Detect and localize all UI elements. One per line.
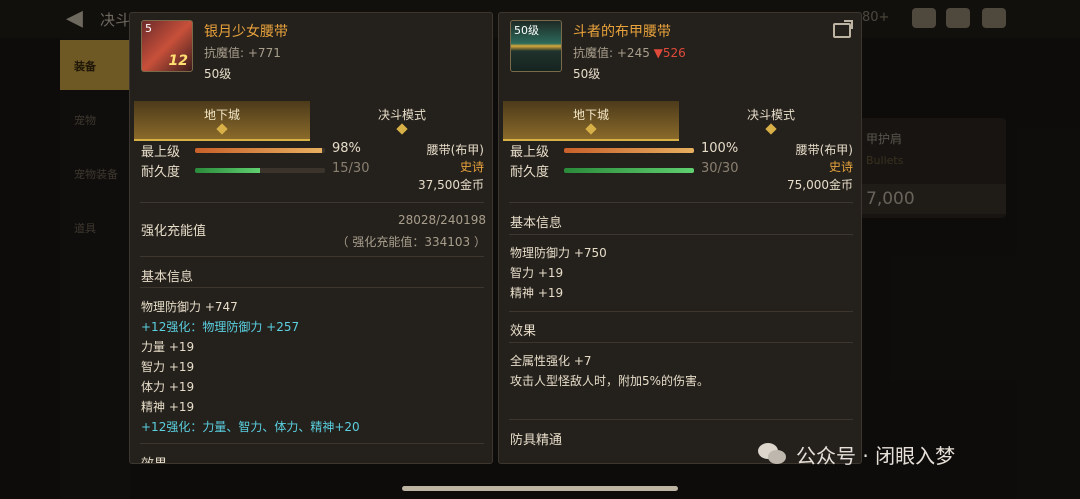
- divider: [140, 287, 484, 288]
- durability-value: 15/30: [332, 161, 370, 176]
- durability-bar: [564, 168, 694, 173]
- item-rarity: 史诗: [459, 160, 484, 174]
- stat-line: 智力 +19: [510, 266, 564, 280]
- mode-tabs: 地下城 决斗模式: [134, 101, 490, 141]
- stat-line: +12强化：物理防御力 +257: [141, 320, 300, 334]
- stat-line: 精神 +19: [141, 400, 195, 414]
- top-grade-label: 最上级: [510, 145, 550, 160]
- effect-title: 效果: [510, 324, 537, 339]
- stat-line: 智力 +19: [141, 360, 195, 374]
- watermark: 公众号 · 闭眼入梦: [796, 444, 956, 468]
- wechat-icon: [758, 443, 788, 467]
- item-tooltip-compare: 50级 斗者的布甲腰带 抗魔值: +245 ▼526 50级 地下城 决斗模式 …: [498, 12, 862, 464]
- top-grade-value: 100%: [701, 141, 739, 156]
- top-grade-bar: [564, 148, 694, 153]
- divider: [509, 419, 853, 420]
- stat-line: +12强化：力量、智力、体力、精神+20: [141, 420, 360, 434]
- item-name: 斗者的布甲腰带: [573, 24, 671, 40]
- divider: [140, 256, 484, 257]
- icon-level: 5: [145, 22, 152, 35]
- item-tooltip-equipped: 5 12 银月少女腰带 抗魔值: +771 50级 地下城 决斗模式 最上级 9…: [129, 12, 493, 464]
- basic-info-title: 基本信息: [510, 216, 563, 231]
- enhance-title: 强化充能值: [141, 224, 207, 239]
- stat-line: 力量 +19: [141, 340, 195, 354]
- divider: [140, 202, 484, 203]
- divider: [509, 342, 853, 343]
- mastery-title: 防具精通: [510, 433, 563, 448]
- item-rarity: 史诗: [828, 160, 853, 174]
- enhance-value: 28028/240198: [397, 213, 486, 227]
- belt-icon: 5 12: [141, 20, 193, 72]
- durability-label: 耐久度: [141, 165, 181, 180]
- mode-tabs: 地下城 决斗模式: [503, 101, 859, 141]
- home-indicator[interactable]: [402, 486, 678, 491]
- divider: [509, 202, 853, 203]
- icon-level: 50级: [514, 24, 539, 37]
- basic-info-title: 基本信息: [141, 270, 194, 285]
- item-type: 腰带(布甲): [426, 143, 484, 157]
- durability-label: 耐久度: [510, 165, 550, 180]
- tab-dungeon[interactable]: 地下城: [503, 101, 679, 141]
- item-name: 银月少女腰带: [204, 24, 288, 40]
- top-grade-value: 98%: [332, 141, 361, 156]
- top-grade-label: 最上级: [141, 145, 181, 160]
- enhance-sub: （ 强化充能值：334103 ）: [336, 235, 486, 249]
- item-price: 75,000金币: [787, 178, 853, 192]
- stat-line: 体力 +19: [141, 380, 195, 394]
- stat-line: 攻击人型怪敌人时，附加5%的伤害。: [510, 374, 710, 388]
- tab-dungeon[interactable]: 地下城: [134, 101, 310, 141]
- stat-line: 精神 +19: [510, 286, 564, 300]
- item-level: 50级: [573, 67, 601, 81]
- stat-line: 物理防御力 +747: [141, 300, 238, 314]
- item-resist: 抗魔值: +245 ▼526: [573, 46, 686, 60]
- tab-pvp[interactable]: 决斗模式: [314, 101, 490, 141]
- durability-bar: [195, 168, 325, 173]
- stat-line: 物理防御力 +750: [510, 246, 607, 260]
- item-level: 50级: [204, 67, 232, 81]
- enhance-badge: 12: [168, 53, 188, 69]
- durability-value: 30/30: [701, 161, 739, 176]
- top-grade-bar: [195, 148, 325, 153]
- item-type: 腰带(布甲): [795, 143, 853, 157]
- tab-pvp[interactable]: 决斗模式: [683, 101, 859, 141]
- item-resist: 抗魔值: +771: [204, 46, 281, 60]
- divider: [509, 234, 853, 235]
- effect-title: 效果: [141, 453, 167, 463]
- item-price: 37,500金币: [418, 178, 484, 192]
- stat-line: 全属性强化 +7: [510, 354, 592, 368]
- divider: [140, 443, 484, 444]
- divider: [509, 311, 853, 312]
- share-icon[interactable]: [833, 20, 853, 38]
- belt-icon: 50级: [510, 20, 562, 72]
